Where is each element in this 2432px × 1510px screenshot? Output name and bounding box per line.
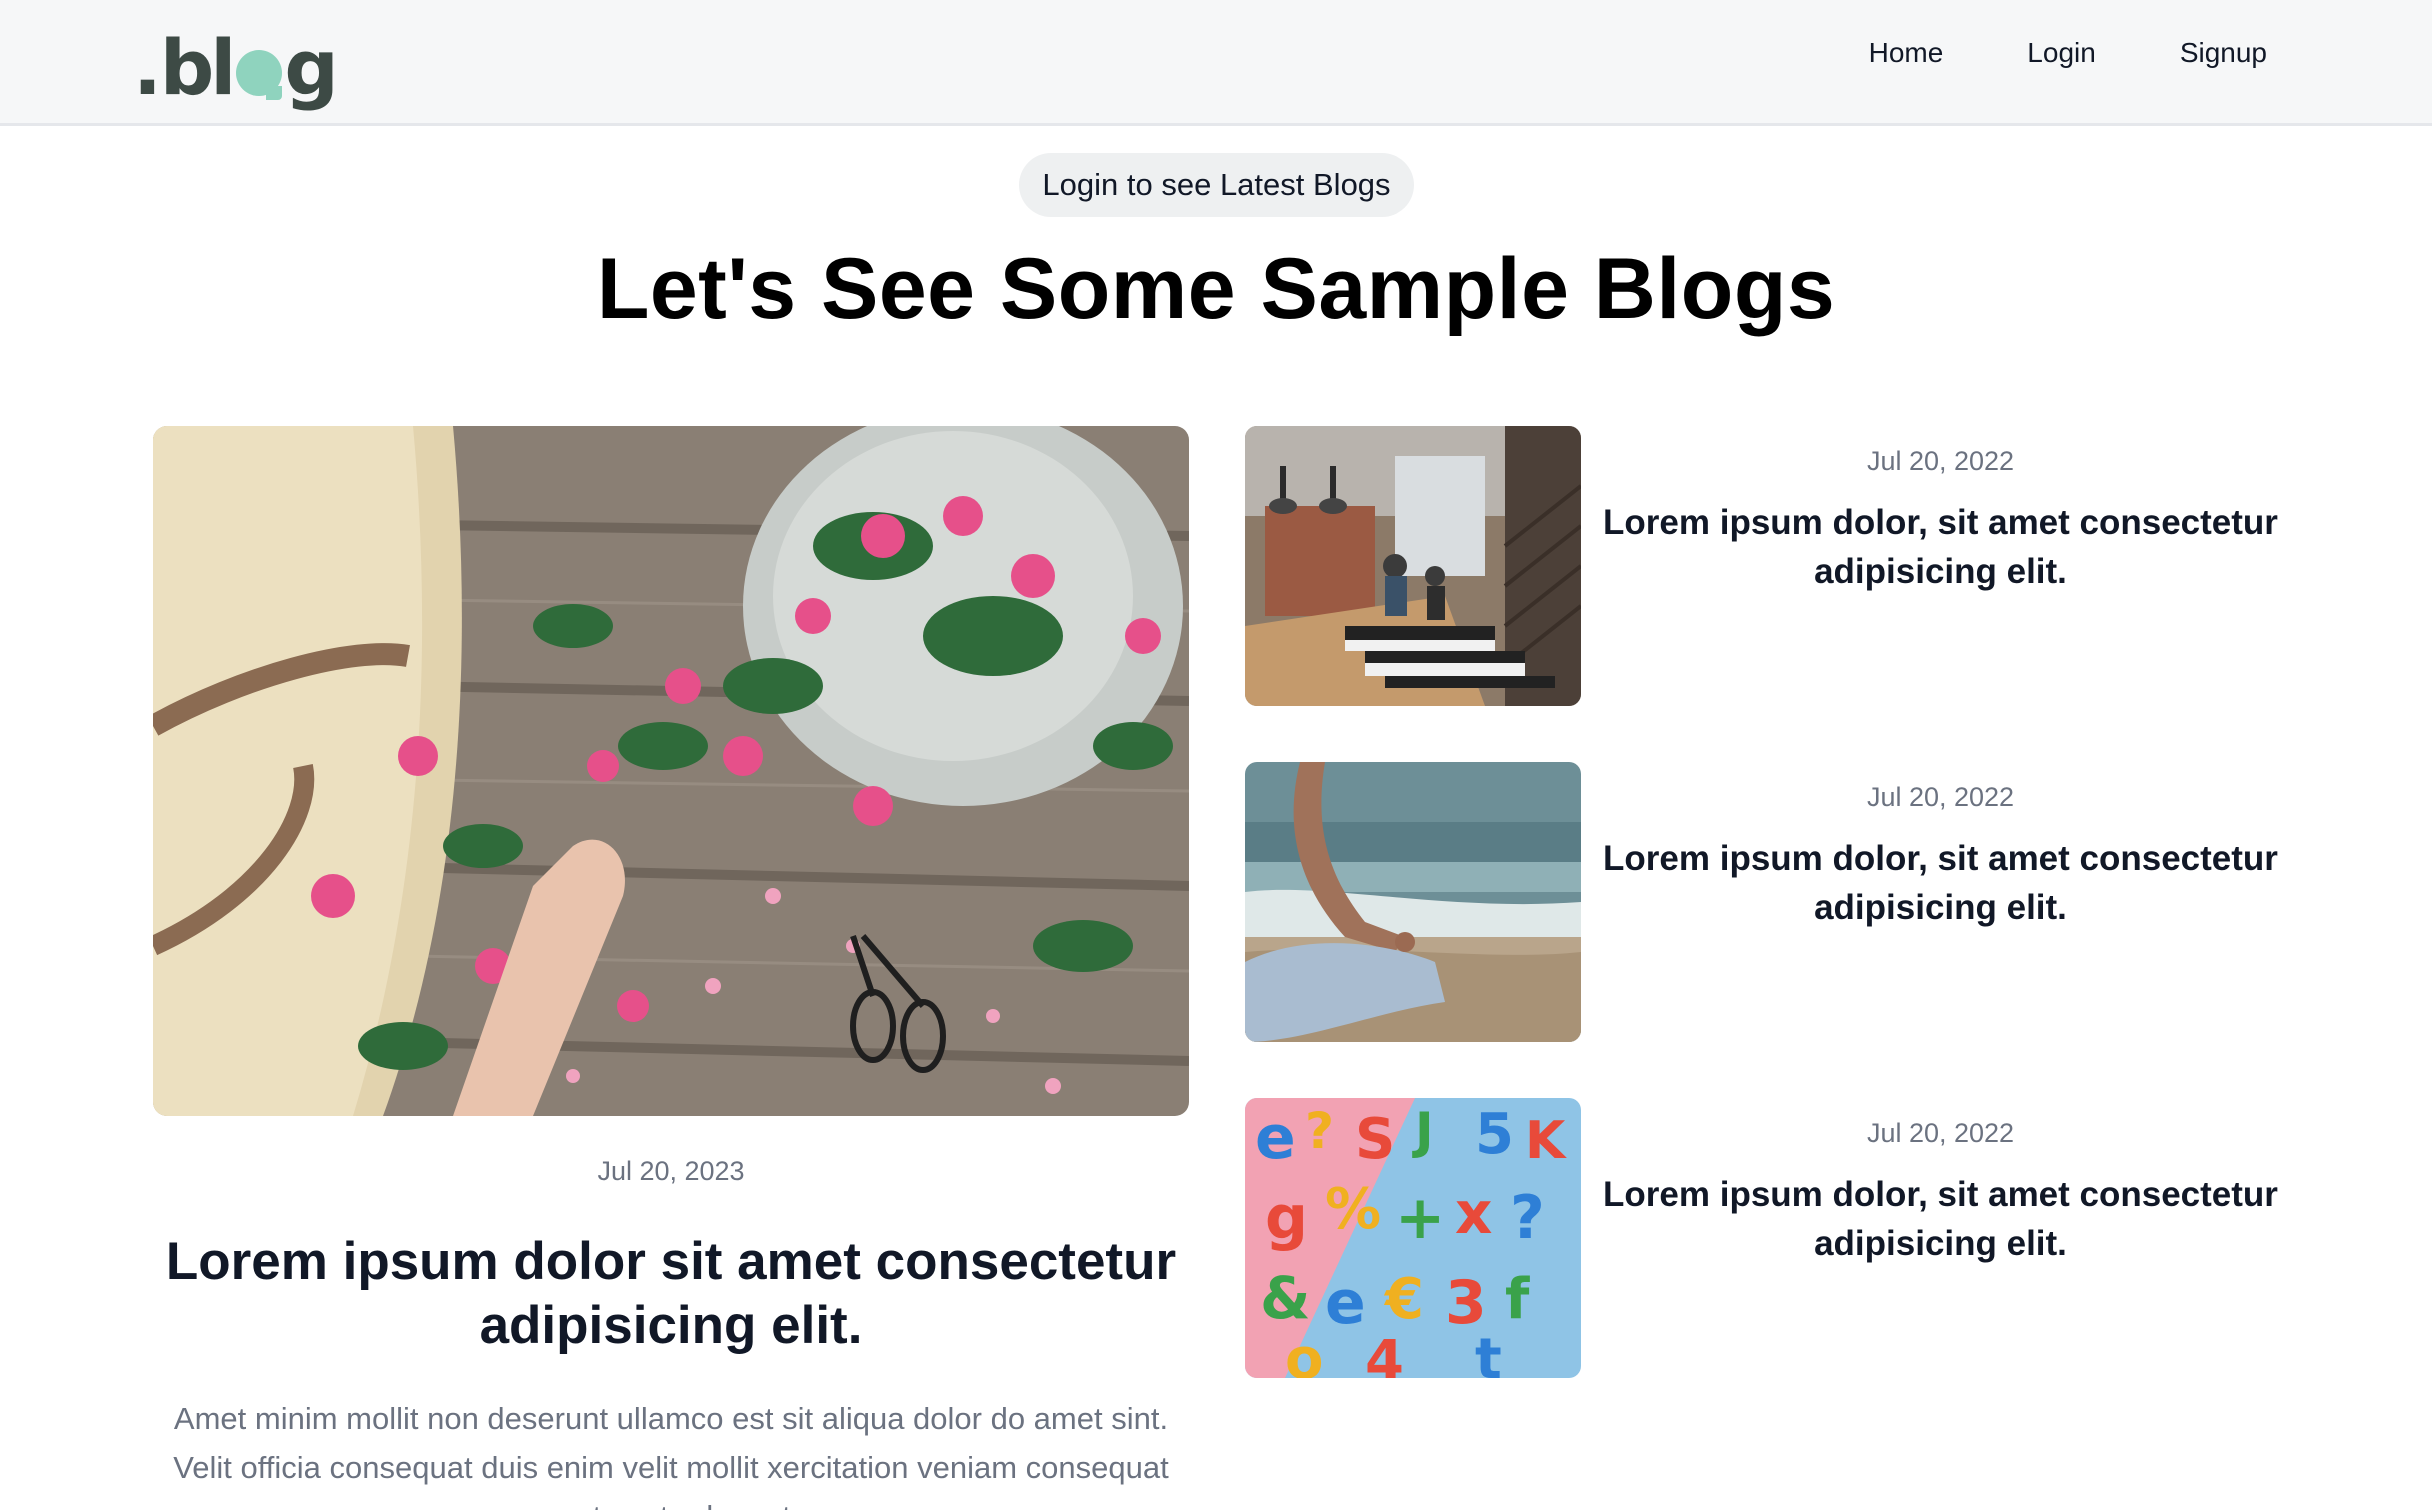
svg-text:4: 4 (1365, 1329, 1404, 1378)
svg-text:o: o (1285, 1327, 1323, 1378)
svg-text:e: e (1255, 1103, 1296, 1173)
svg-text:?: ? (1510, 1183, 1545, 1253)
svg-text:S: S (1355, 1107, 1395, 1172)
svg-text:5: 5 (1475, 1102, 1514, 1167)
svg-text:x: x (1455, 1179, 1492, 1247)
svg-text:€: € (1383, 1267, 1424, 1332)
post-card[interactable]: e ? S J 5 K g % + x ? & e € 3 f o 4 t Ju… (1245, 1098, 2285, 1378)
featured-post-image[interactable] (153, 426, 1189, 1116)
post-card[interactable]: Jul 20, 2022 Lorem ipsum dolor, sit amet… (1245, 426, 2285, 706)
post-thumbnail-letters[interactable]: e ? S J 5 K g % + x ? & e € 3 f o 4 t (1245, 1098, 1581, 1378)
svg-text:%: % (1325, 1177, 1381, 1242)
svg-text:+: + (1395, 1183, 1445, 1253)
nav-links: Home Login Signup (1869, 30, 2267, 76)
post-title[interactable]: Lorem ipsum dolor, sit amet consectetur … (1596, 834, 2285, 932)
post-date: Jul 20, 2022 (1866, 782, 2015, 812)
nav-home-link[interactable]: Home (1869, 37, 1944, 69)
svg-text:K: K (1525, 1111, 1567, 1171)
page-title: Let's See Some Sample Blogs (596, 241, 1836, 337)
post-card[interactable]: Jul 20, 2022 Lorem ipsum dolor, sit amet… (1245, 762, 2285, 1042)
logo-text-right: g (284, 23, 338, 112)
post-date: Jul 20, 2022 (1866, 446, 2015, 476)
svg-text:t: t (1475, 1327, 1502, 1378)
post-title[interactable]: Lorem ipsum dolor, sit amet consectetur … (1596, 1170, 2285, 1268)
logo-text-left: bl (159, 23, 236, 112)
featured-post-date: Jul 20, 2023 (597, 1156, 745, 1186)
svg-text:e: e (1325, 1268, 1366, 1338)
login-prompt-badge[interactable]: Login to see Latest Blogs (1019, 153, 1414, 217)
navbar: . bl g Home Login Signup (0, 0, 2432, 126)
post-thumbnail-beach[interactable] (1245, 762, 1581, 1042)
svg-text:g: g (1265, 1183, 1308, 1253)
post-title[interactable]: Lorem ipsum dolor, sit amet consectetur … (1596, 498, 2285, 596)
svg-text:f: f (1505, 1267, 1530, 1332)
featured-post-title[interactable]: Lorem ipsum dolor sit amet consectetur a… (153, 1230, 1189, 1358)
nav-login-link[interactable]: Login (2027, 37, 2096, 69)
speech-bubble-icon (236, 50, 283, 100)
post-thumbnail-office[interactable] (1245, 426, 1581, 706)
svg-text:J: J (1412, 1102, 1434, 1160)
svg-text:&: & (1260, 1264, 1311, 1332)
svg-text:?: ? (1305, 1102, 1334, 1160)
featured-post-excerpt: Amet minim mollit non deserunt ullamco e… (173, 1401, 1169, 1510)
logo-dot: . (133, 23, 162, 112)
post-date: Jul 20, 2022 (1866, 1118, 2015, 1148)
blog-logo[interactable]: . bl g (133, 14, 339, 112)
nav-signup-link[interactable]: Signup (2180, 37, 2267, 69)
